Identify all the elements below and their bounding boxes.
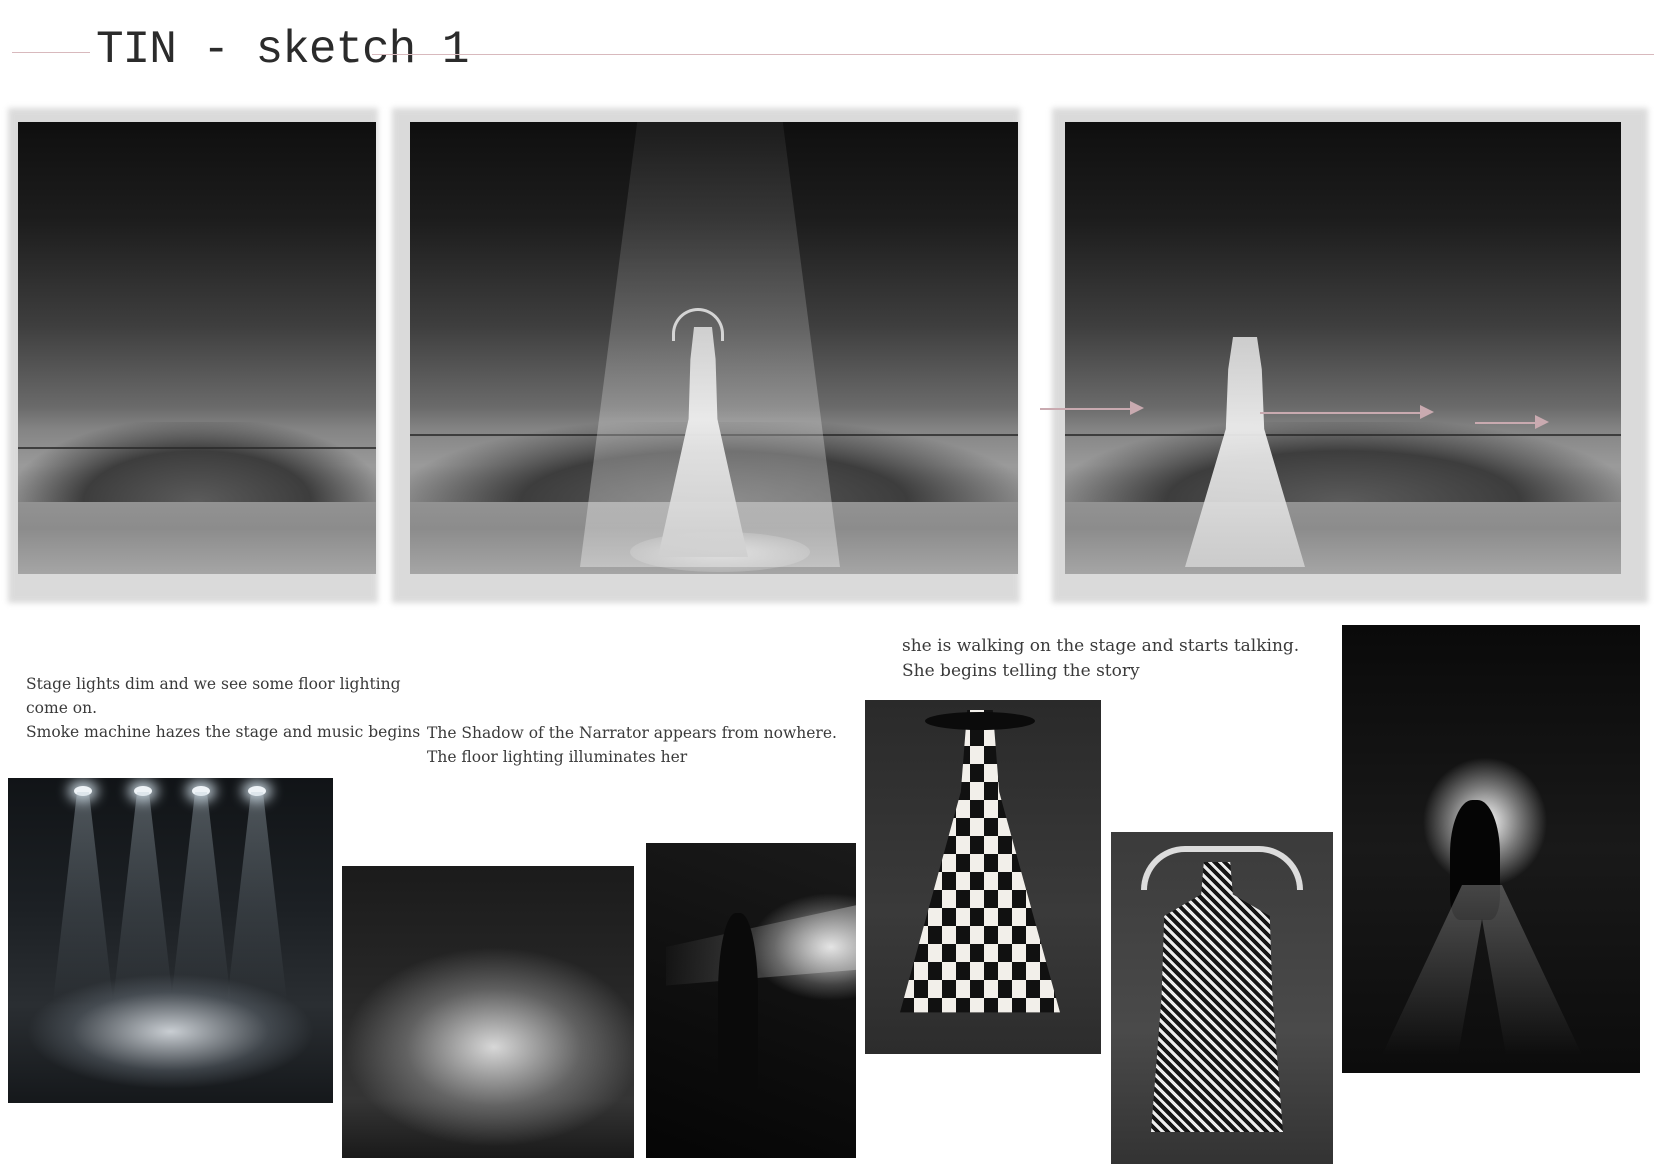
walk-arrow-line: [1475, 422, 1535, 424]
reference-photo-floor-lighting: [342, 866, 634, 1158]
light-ray: [113, 792, 173, 1002]
stage-scene: [410, 122, 1018, 574]
caption-line: come on.: [26, 699, 98, 717]
caption-line: she is walking on the stage and starts t…: [902, 636, 1300, 656]
storyboard-panel-1: [18, 122, 376, 574]
storyboard-panel-3: [1065, 122, 1621, 574]
stage-hills: [18, 422, 376, 502]
title-rule-right: [372, 54, 1654, 55]
stage-scene: [1065, 122, 1621, 574]
caption-scene-1: Stage lights dim and we see some floor l…: [26, 672, 420, 744]
walk-arrow-line: [1260, 412, 1420, 414]
entry-arrow-head: [1130, 401, 1144, 415]
reference-photo-harlequin-gown: [865, 700, 1101, 1054]
reference-photo-stage-spotlights: [8, 778, 333, 1103]
patterned-robe: [1151, 862, 1283, 1132]
caption-scene-3: she is walking on the stage and starts t…: [902, 634, 1299, 684]
reference-photo-figure-in-light: [646, 843, 856, 1158]
figure-silhouette: [718, 913, 758, 1093]
walk-arrow-head: [1535, 415, 1549, 429]
light-ray: [227, 792, 287, 1002]
harlequin-dress: [900, 710, 1060, 1013]
caption-line: She begins telling the story: [902, 661, 1140, 681]
entry-arrow-line: [1040, 408, 1130, 410]
stage-floor-line: [18, 447, 376, 449]
caption-line: The Shadow of the Narrator appears from …: [427, 724, 837, 742]
stage-floor-line: [1065, 434, 1621, 436]
caption-line: The floor lighting illuminates her: [427, 748, 688, 766]
light-shaft: [666, 903, 856, 986]
walk-arrow-head: [1420, 405, 1434, 419]
reference-photo-horned-costume: [1111, 832, 1333, 1164]
stage-scene: [18, 122, 376, 574]
light-ray: [53, 792, 113, 1002]
shadow-beams: [1382, 885, 1582, 1055]
light-ray: [171, 792, 231, 1002]
storyboard-panel-2: [410, 122, 1018, 574]
caption-line: Smoke machine hazes the stage and music …: [26, 723, 421, 741]
caption-scene-2: The Shadow of the Narrator appears from …: [427, 721, 837, 769]
wide-hat: [925, 712, 1035, 730]
caption-line: Stage lights dim and we see some floor l…: [26, 675, 401, 693]
title-rule-left: [12, 52, 90, 53]
page-title: TIN - sketch 1: [96, 24, 469, 76]
reference-photo-backlit-silhouette: [1342, 625, 1640, 1073]
